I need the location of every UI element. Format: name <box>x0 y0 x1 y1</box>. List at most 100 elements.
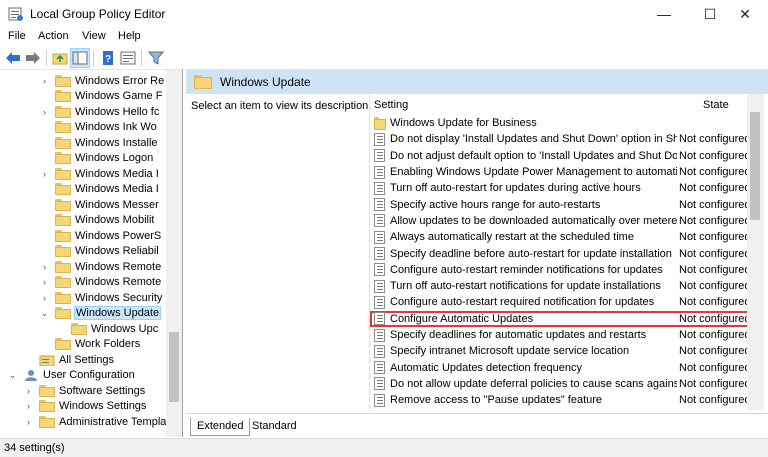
tree-item[interactable]: › Software Settings <box>24 383 145 399</box>
folder-icon <box>194 75 212 89</box>
details-header-title: Windows Update <box>220 75 311 89</box>
setting-row[interactable]: Enabling Windows Update Power Management… <box>370 164 752 180</box>
tree-item[interactable]: Work Folders <box>40 337 140 353</box>
tree-item[interactable]: Windows Installe <box>40 135 158 151</box>
back-icon[interactable] <box>4 49 22 67</box>
expander-chevron-icon[interactable]: › <box>40 277 49 287</box>
setting-state: Not configured <box>679 166 751 179</box>
setting-state: Not configured <box>679 198 751 211</box>
tree-item[interactable]: Windows Mobilit <box>40 213 154 229</box>
close-button[interactable]: ✕ <box>722 0 768 28</box>
settings-scrollbar-thumb[interactable] <box>750 112 760 220</box>
tree-item[interactable]: Windows Reliabil <box>40 244 159 260</box>
setting-row[interactable]: Turn off auto-restart notifications for … <box>370 278 752 294</box>
policy-setting-icon <box>374 263 386 277</box>
setting-row[interactable]: Allow updates to be downloaded automatic… <box>370 213 752 229</box>
tree-item-label: All Settings <box>59 353 115 366</box>
setting-state: Not configured <box>679 345 751 358</box>
tree-item[interactable]: Windows Media I <box>40 182 159 198</box>
policy-setting-icon <box>374 377 386 391</box>
folder-icon <box>55 198 71 211</box>
expander-chevron-icon[interactable]: ⌄ <box>40 308 49 319</box>
expander-chevron-icon[interactable]: › <box>40 262 49 272</box>
filter-icon[interactable] <box>147 49 165 67</box>
setting-state: Not configured <box>679 361 751 374</box>
setting-row[interactable]: Do not display 'Install Updates and Shut… <box>370 131 752 147</box>
tree-item[interactable]: Windows Upc <box>56 321 158 337</box>
list-folder-row[interactable]: Windows Update for Business <box>370 115 752 131</box>
tree-item[interactable]: Windows PowerS <box>40 228 161 244</box>
policy-setting-icon <box>374 312 386 326</box>
navigation-tree: › Windows Error Re Windows Game F › Windows … <box>0 70 183 437</box>
folder-icon <box>55 90 71 103</box>
tree-item[interactable]: ⌄ Windows Update <box>40 306 162 322</box>
setting-name: Turn off auto-restart notifications for … <box>390 280 661 293</box>
tree-item[interactable]: › Windows Remote <box>40 259 161 275</box>
folder-icon <box>55 136 71 149</box>
menu-view[interactable]: View <box>82 30 106 42</box>
tree-item-label: Windows Ink Wo <box>75 121 157 134</box>
folder-icon <box>55 276 71 289</box>
setting-row[interactable]: Configure auto-restart required notifica… <box>370 294 752 310</box>
column-header-state[interactable]: State <box>703 99 729 111</box>
tree-item[interactable]: Windows Game F <box>40 89 162 105</box>
tab-standard[interactable]: Standard <box>246 418 303 436</box>
expander-chevron-icon[interactable]: › <box>40 293 49 303</box>
setting-row[interactable]: Do not adjust default option to 'Install… <box>370 148 752 164</box>
forward-icon[interactable] <box>24 49 42 67</box>
help-icon[interactable]: ? <box>99 49 117 67</box>
minimize-button[interactable]: — <box>641 0 687 28</box>
properties-icon[interactable] <box>119 49 137 67</box>
tree-scrollbar[interactable] <box>166 70 182 437</box>
setting-row[interactable]: Do not allow update deferral policies to… <box>370 376 752 392</box>
tree-item[interactable]: › Administrative Templa <box>24 414 166 430</box>
expander-chevron-icon[interactable]: › <box>40 107 49 117</box>
tree-item[interactable]: › Windows Hello fc <box>40 104 159 120</box>
tree-item[interactable]: Windows Messer <box>40 197 159 213</box>
setting-name: Specify active hours range for auto-rest… <box>390 198 601 211</box>
expander-chevron-icon[interactable]: › <box>40 76 49 86</box>
tree-item[interactable]: ⌄ User Configuration <box>8 368 135 384</box>
setting-row[interactable]: Remove access to "Pause updates" feature… <box>370 392 752 408</box>
tree-item-label: Windows Hello fc <box>75 105 160 118</box>
tree-item-label: Windows Settings <box>59 400 147 413</box>
tree-item[interactable]: Windows Logon <box>40 151 153 167</box>
menu-file[interactable]: File <box>8 30 26 42</box>
tree-item[interactable]: Windows Ink Wo <box>40 120 157 136</box>
setting-row[interactable]: Configure auto-restart reminder notifica… <box>370 262 752 278</box>
expander-chevron-icon[interactable]: › <box>24 401 33 411</box>
tree-item-label: Windows Remote <box>75 260 162 273</box>
column-header-setting[interactable]: Setting <box>374 99 408 111</box>
expander-chevron-icon[interactable]: › <box>24 386 33 396</box>
expander-chevron-icon[interactable]: ⌄ <box>8 370 17 381</box>
expander-chevron-icon[interactable]: › <box>24 417 33 427</box>
setting-row[interactable]: Configure Automatic Updates Not configure… <box>370 310 752 327</box>
menu-action[interactable]: Action <box>38 30 69 42</box>
tab-extended[interactable]: Extended <box>190 418 251 436</box>
setting-state: Not configured <box>679 214 751 227</box>
setting-row[interactable]: Specify active hours range for auto-rest… <box>370 197 752 213</box>
tree-item[interactable]: All Settings <box>24 352 114 368</box>
setting-row[interactable]: Specify deadlines for automatic updates … <box>370 327 752 343</box>
up-folder-icon[interactable] <box>51 49 69 67</box>
setting-state: Not configured <box>679 247 751 260</box>
tree-item[interactable]: › Windows Security <box>40 290 162 306</box>
show-hide-tree-icon[interactable] <box>70 48 90 68</box>
menu-help[interactable]: Help <box>118 30 141 42</box>
setting-row[interactable]: Turn off auto-restart for updates during… <box>370 180 752 196</box>
folder-icon <box>55 183 71 196</box>
setting-row[interactable]: Specify intranet Microsoft update servic… <box>370 343 752 359</box>
folder-icon <box>374 116 386 130</box>
settings-scrollbar[interactable] <box>747 94 764 410</box>
tree-scrollbar-thumb[interactable] <box>169 332 179 402</box>
expander-chevron-icon[interactable]: › <box>40 169 49 179</box>
tree-item[interactable]: › Windows Error Re <box>40 73 164 89</box>
tree-item[interactable]: › Windows Media I <box>40 166 159 182</box>
setting-row[interactable]: Always automatically restart at the sche… <box>370 229 752 245</box>
setting-name: Do not display 'Install Updates and Shut… <box>390 133 677 146</box>
setting-row[interactable]: Automatic Updates detection frequency Not… <box>370 360 752 376</box>
tree-item[interactable]: › Windows Remote <box>40 275 161 291</box>
policy-setting-icon <box>374 230 386 244</box>
setting-row[interactable]: Specify deadline before auto-restart for… <box>370 245 752 261</box>
tree-item[interactable]: › Windows Settings <box>24 399 146 415</box>
